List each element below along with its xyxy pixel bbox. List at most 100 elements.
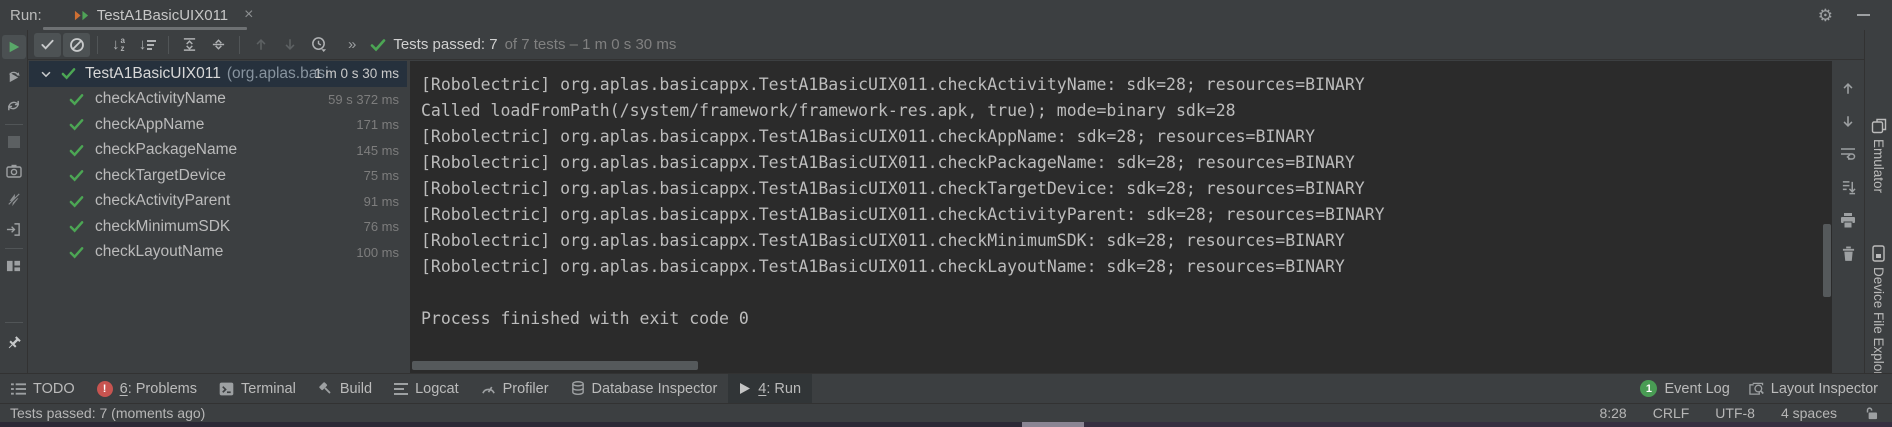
console-output[interactable]: [Robolectric] org.aplas.basicappx.TestA1… xyxy=(410,61,1832,373)
event-log-button[interactable]: 1 Event Log xyxy=(1636,380,1733,397)
run-tab[interactable]: TestA1BasicUIX011 × xyxy=(68,0,260,30)
console-actions xyxy=(1832,61,1864,373)
indent-setting[interactable]: 4 spaces xyxy=(1781,405,1837,421)
profiler-label: Profiler xyxy=(503,381,549,397)
restore-layout-button[interactable] xyxy=(2,254,26,278)
todo-tool-button[interactable]: TODO xyxy=(0,374,86,403)
test-duration: 76 ms xyxy=(364,219,399,234)
test-row[interactable]: checkLayoutName 100 ms xyxy=(29,240,407,266)
flash-off-button[interactable] xyxy=(2,188,26,212)
sort-alphabetically-button[interactable]: ↓az xyxy=(105,33,132,57)
build-tool-button[interactable]: Build xyxy=(307,374,383,403)
file-encoding[interactable]: UTF-8 xyxy=(1715,405,1755,421)
database-inspector-tool-button[interactable]: Database Inspector xyxy=(560,374,729,403)
unlock-icon[interactable] xyxy=(1863,406,1878,420)
down-stacktrace-button[interactable] xyxy=(1837,110,1859,132)
clear-all-button[interactable] xyxy=(1837,242,1859,264)
rerun-failed-tests-button[interactable] xyxy=(2,64,26,88)
window-bottom-strip xyxy=(0,422,1892,427)
test-run-config-icon xyxy=(74,8,89,23)
expand-all-button[interactable] xyxy=(176,33,203,57)
test-row[interactable]: checkActivityParent 91 ms xyxy=(29,189,407,215)
run-tool-button[interactable]: 4: Run xyxy=(728,374,812,403)
horizontal-scrollbar[interactable] xyxy=(412,361,698,370)
rerun-button[interactable] xyxy=(2,35,26,59)
stop-button[interactable] xyxy=(2,130,26,154)
soft-wrap-button[interactable] xyxy=(1837,143,1859,165)
status-bar: Tests passed: 7 (moments ago) 8:28 CRLF … xyxy=(0,403,1892,422)
console-line: [Robolectric] org.aplas.basicappx.TestA1… xyxy=(421,228,1832,254)
camera-button[interactable] xyxy=(2,159,26,183)
test-root-row[interactable]: TestA1BasicUIX011(org.aplas.basi 1 m 0 s… xyxy=(29,61,407,87)
run-label: Run: xyxy=(10,7,42,24)
event-log-label: Event Log xyxy=(1664,381,1729,397)
run-tool-window: Run: TestA1BasicUIX011 × ⚙ ↓az ↓ xyxy=(0,0,1892,427)
vertical-scrollbar[interactable] xyxy=(1823,224,1831,297)
collapse-all-button[interactable] xyxy=(205,33,232,57)
todo-icon xyxy=(11,383,26,395)
root-duration: 1 m 0 s 30 ms xyxy=(314,66,399,81)
layout-inspector-label: Layout Inspector xyxy=(1771,381,1878,397)
test-name: checkActivityName xyxy=(95,90,226,108)
stripe-separator xyxy=(5,322,23,323)
print-button[interactable] xyxy=(1837,209,1859,231)
test-name: checkLayoutName xyxy=(95,243,223,261)
test-name: checkTargetDevice xyxy=(95,167,226,185)
chevron-down-icon[interactable] xyxy=(39,67,53,81)
test-duration: 59 s 372 ms xyxy=(328,92,399,107)
layout-inspector-button[interactable]: Layout Inspector xyxy=(1744,381,1882,397)
test-row[interactable]: checkTargetDevice 75 ms xyxy=(29,163,407,189)
close-icon[interactable]: × xyxy=(244,6,253,24)
emulator-icon xyxy=(1871,118,1887,134)
taskbar-right-segment xyxy=(1084,422,1892,427)
stripe-separator xyxy=(5,248,23,249)
test-name: checkAppName xyxy=(95,116,204,134)
test-duration: 171 ms xyxy=(356,117,399,132)
test-summary: Tests passed: 7 of 7 tests – 1 m 0 s 30 … xyxy=(370,36,676,53)
status-message[interactable]: Tests passed: 7 (moments ago) xyxy=(10,405,205,421)
run-header: Run: TestA1BasicUIX011 × ⚙ xyxy=(0,0,1892,30)
test-row[interactable]: checkAppName 171 ms xyxy=(29,112,407,138)
terminal-tool-button[interactable]: Terminal xyxy=(208,374,307,403)
toolbar-separator xyxy=(97,36,98,54)
test-name: checkActivityParent xyxy=(95,192,230,210)
up-stacktrace-button[interactable] xyxy=(1837,77,1859,99)
test-duration: 145 ms xyxy=(356,143,399,158)
scroll-to-end-button[interactable] xyxy=(1837,176,1859,198)
database-inspector-label: Database Inspector xyxy=(592,381,718,397)
gear-icon[interactable]: ⚙ xyxy=(1818,7,1833,24)
emulator-tool-button[interactable]: Emulator xyxy=(1865,118,1892,193)
sort-by-duration-button[interactable]: ↓ xyxy=(134,33,161,57)
test-duration: 100 ms xyxy=(356,245,399,260)
test-row[interactable]: checkActivityName 59 s 372 ms xyxy=(29,87,407,113)
next-occurrence-button[interactable] xyxy=(276,33,303,57)
passed-check-icon xyxy=(69,245,84,260)
profiler-tool-button[interactable]: Profiler xyxy=(470,374,560,403)
previous-occurrence-button[interactable] xyxy=(247,33,274,57)
stripe-separator xyxy=(5,124,23,125)
logcat-tool-button[interactable]: Logcat xyxy=(383,374,470,403)
line-ending[interactable]: CRLF xyxy=(1653,405,1690,421)
device-file-explorer-label: Device File Explorer xyxy=(1871,267,1886,388)
show-ignored-toggle[interactable] xyxy=(63,33,90,57)
passed-check-icon xyxy=(69,143,84,158)
toolbar-separator xyxy=(239,36,240,54)
console-line xyxy=(421,280,1832,306)
toggle-auto-test-button[interactable] xyxy=(2,93,26,117)
caret-position[interactable]: 8:28 xyxy=(1599,405,1626,421)
problems-label: 6: Problems xyxy=(120,381,197,397)
device-file-explorer-tool-button[interactable]: Device File Explorer xyxy=(1865,245,1892,388)
console-line: [Robolectric] org.aplas.basicappx.TestA1… xyxy=(421,150,1832,176)
summary-details: of 7 tests – 1 m 0 s 30 ms xyxy=(505,36,677,53)
pin-tab-button[interactable] xyxy=(2,331,26,355)
show-passed-toggle[interactable] xyxy=(34,33,61,57)
test-history-button[interactable] xyxy=(305,33,332,57)
test-row[interactable]: checkMinimumSDK 76 ms xyxy=(29,214,407,240)
test-row[interactable]: checkPackageName 145 ms xyxy=(29,138,407,164)
import-tests-button[interactable] xyxy=(2,217,26,241)
problems-tool-button[interactable]: ! 6: Problems xyxy=(86,374,208,403)
toolbar-overflow-chevron[interactable]: » xyxy=(348,36,356,53)
todo-label: TODO xyxy=(33,381,75,397)
minimize-icon[interactable] xyxy=(1857,14,1870,16)
tool-window-bar: TODO ! 6: Problems Terminal Build Logcat xyxy=(0,373,1892,403)
